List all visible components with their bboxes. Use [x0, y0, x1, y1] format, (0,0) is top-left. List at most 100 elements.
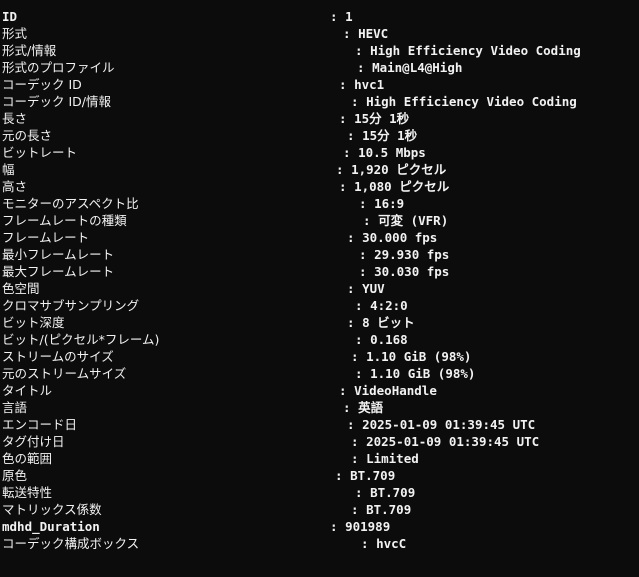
- row-value-text: High Efficiency Video Coding: [366, 94, 577, 109]
- row-separator: :: [355, 366, 371, 381]
- row-separator: :: [351, 94, 367, 109]
- row-separator: :: [343, 400, 359, 415]
- row-key: コーデック ID/情報: [2, 94, 111, 109]
- info-row: 色の範囲: Limited: [0, 450, 639, 467]
- row-separator: :: [335, 468, 351, 483]
- row-value: : 1,920 ピクセル: [336, 161, 446, 178]
- row-value: : 15分 1秒: [347, 127, 417, 144]
- row-value-text: hvc1: [354, 77, 385, 92]
- info-row: ID: 1: [0, 8, 639, 25]
- row-separator: :: [359, 196, 375, 211]
- row-value: : 0.168: [355, 331, 408, 348]
- row-value-text: 1.10 GiB (98%): [366, 349, 472, 364]
- row-value-text: hvcC: [376, 536, 407, 551]
- row-value: : 15分 1秒: [339, 110, 409, 127]
- row-key: mdhd_Duration: [2, 519, 100, 534]
- row-separator: :: [351, 434, 367, 449]
- row-value-text: YUV: [362, 281, 385, 296]
- row-value: : Main@L4@High: [357, 59, 462, 76]
- row-value: : 1.10 GiB (98%): [351, 348, 471, 365]
- row-key: クロマサブサンプリング: [2, 298, 140, 313]
- row-separator: :: [347, 281, 363, 296]
- row-value-text: 29.930 fps: [374, 247, 450, 262]
- row-value-text: 8 ビット: [362, 315, 415, 330]
- row-value: : BT.709: [351, 501, 411, 518]
- row-value-text: 1,920 ピクセル: [351, 162, 447, 177]
- row-value-text: 2025-01-09 01:39:45 UTC: [362, 417, 536, 432]
- row-separator: :: [330, 9, 346, 24]
- info-row: ストリームのサイズ: 1.10 GiB (98%): [0, 348, 639, 365]
- row-key: 長さ: [2, 111, 28, 126]
- info-row: クロマサブサンプリング : 4:2:0: [0, 297, 639, 314]
- row-value-text: 15分 1秒: [362, 128, 418, 143]
- row-key: 最小フレームレート: [2, 247, 115, 262]
- info-row: 形式のプロファイル : Main@L4@High: [0, 59, 639, 76]
- row-value: : YUV: [347, 280, 385, 297]
- info-row: 言語: 英語: [0, 399, 639, 416]
- row-key: ビット/(ピクセル*フレーム): [2, 332, 160, 347]
- row-separator: :: [351, 349, 367, 364]
- row-value: : High Efficiency Video Coding: [351, 93, 577, 110]
- info-row: ビットレート: 10.5 Mbps: [0, 144, 639, 161]
- row-key: 高さ: [2, 179, 28, 194]
- row-key: 最大フレームレート: [2, 264, 115, 279]
- row-value: : 1.10 GiB (98%): [355, 365, 475, 382]
- row-value-text: 30.000 fps: [362, 230, 438, 245]
- row-separator: :: [355, 298, 371, 313]
- row-separator: :: [343, 26, 359, 41]
- row-value: : 16:9: [359, 195, 404, 212]
- row-key: 言語: [2, 400, 28, 415]
- row-separator: :: [339, 111, 355, 126]
- row-separator: :: [357, 60, 373, 75]
- row-key: ID: [2, 9, 18, 24]
- row-key: 形式: [2, 26, 28, 41]
- info-row: タグ付け日: 2025-01-09 01:39:45 UTC: [0, 433, 639, 450]
- row-key: ストリームのサイズ: [2, 349, 114, 364]
- info-row: 幅: 1,920 ピクセル: [0, 161, 639, 178]
- row-value: : Limited: [351, 450, 419, 467]
- row-value-text: 901989: [345, 519, 391, 534]
- row-value-text: 可変 (VFR): [378, 213, 449, 228]
- info-row: タイトル: VideoHandle: [0, 382, 639, 399]
- info-row: 形式 : HEVC: [0, 25, 639, 42]
- row-separator: :: [355, 485, 371, 500]
- row-key: 形式のプロファイル: [2, 60, 115, 75]
- row-value: : 8 ビット: [347, 314, 415, 331]
- row-key: モニターのアスペクト比: [2, 196, 139, 211]
- row-separator: :: [339, 77, 355, 92]
- info-row: 最小フレームレート: 29.930 fps: [0, 246, 639, 263]
- row-value-text: 2025-01-09 01:39:45 UTC: [366, 434, 540, 449]
- row-value-text: 1: [345, 9, 353, 24]
- row-value-text: 1,080 ピクセル: [354, 179, 450, 194]
- row-separator: :: [351, 451, 367, 466]
- row-value-text: 10.5 Mbps: [358, 145, 426, 160]
- info-row: 原色: BT.709: [0, 467, 639, 484]
- info-row: モニターのアスペクト比 : 16:9: [0, 195, 639, 212]
- row-key: 色の範囲: [2, 451, 53, 466]
- row-value: : HEVC: [343, 25, 388, 42]
- row-separator: :: [359, 247, 375, 262]
- row-value: : 1,080 ピクセル: [339, 178, 449, 195]
- info-row: 最大フレームレート: 30.030 fps: [0, 263, 639, 280]
- info-row: フレームレート: 30.000 fps: [0, 229, 639, 246]
- row-value: : 4:2:0: [355, 297, 408, 314]
- info-row: 形式/情報: High Efficiency Video Coding: [0, 42, 639, 59]
- row-separator: :: [347, 315, 363, 330]
- row-key: 元のストリームサイズ: [2, 366, 127, 381]
- row-value-text: 英語: [358, 400, 384, 415]
- row-value-text: BT.709: [366, 502, 412, 517]
- row-value: : 901989: [330, 518, 390, 535]
- row-value: : 1: [330, 8, 353, 25]
- row-separator: :: [351, 502, 367, 517]
- info-row: ビット/(ピクセル*フレーム) : 0.168: [0, 331, 639, 348]
- row-key: フレームレート: [2, 230, 90, 245]
- row-value-text: Limited: [366, 451, 419, 466]
- info-row: コーデック ID: hvc1: [0, 76, 639, 93]
- info-row: 転送特性: BT.709: [0, 484, 639, 501]
- info-row: フレームレートの種類: 可変 (VFR): [0, 212, 639, 229]
- info-row: コーデック構成ボックス: hvcC: [0, 535, 639, 552]
- row-separator: :: [336, 162, 352, 177]
- row-value: : 29.930 fps: [359, 246, 449, 263]
- row-separator: :: [361, 536, 377, 551]
- row-key: 原色: [2, 468, 28, 483]
